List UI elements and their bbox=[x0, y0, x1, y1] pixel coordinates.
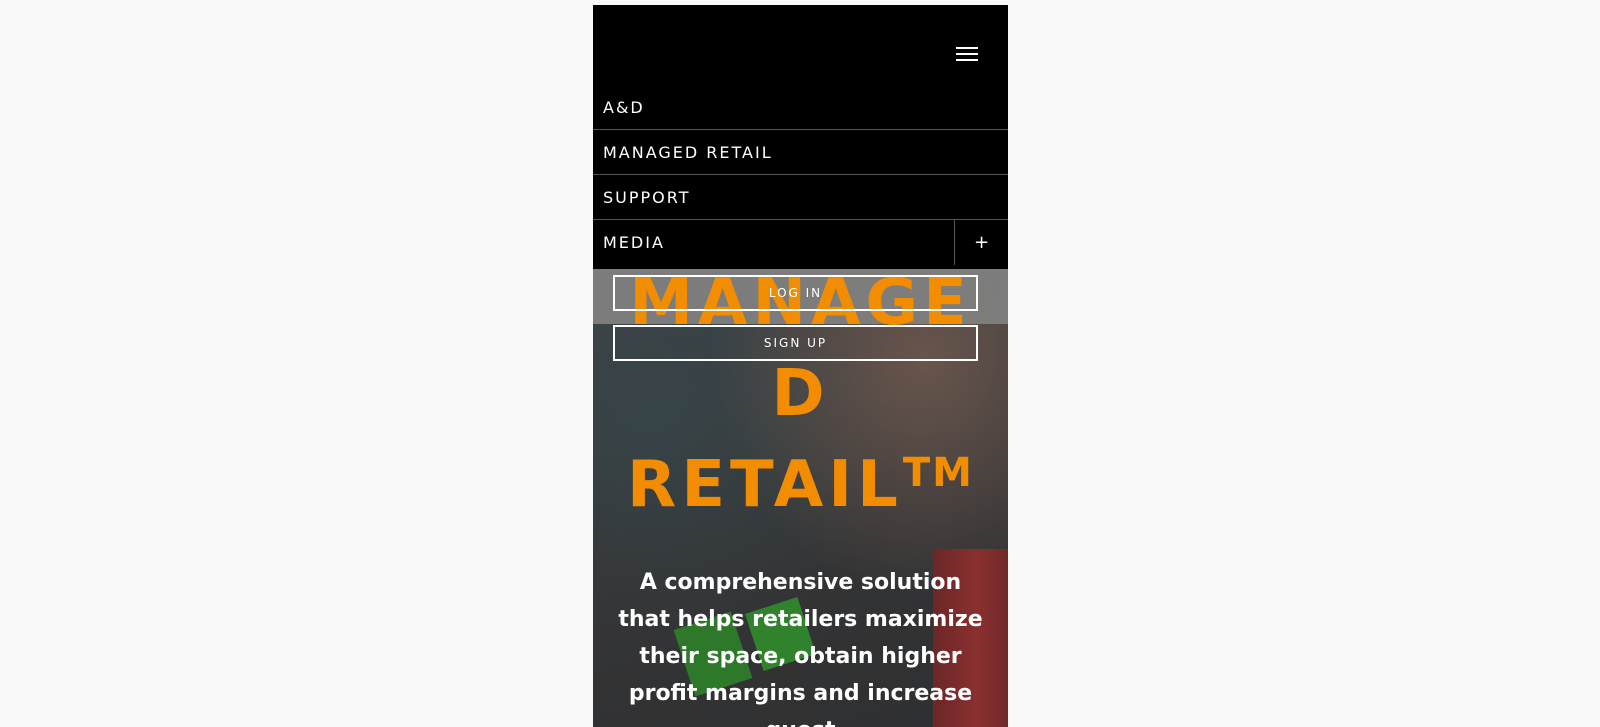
plus-icon[interactable]: + bbox=[954, 220, 1008, 265]
nav-item-label: A&D bbox=[603, 98, 645, 117]
login-button[interactable]: LOG IN bbox=[613, 275, 978, 311]
nav-item-support[interactable]: SUPPORT bbox=[593, 175, 1008, 220]
signup-button[interactable]: SIGN UP bbox=[613, 325, 978, 361]
nav-item-managed-retail[interactable]: MANAGED RETAIL bbox=[593, 130, 1008, 175]
top-bar bbox=[593, 5, 1008, 86]
hero-title-line3: RETAILTM bbox=[593, 453, 1008, 517]
hero-description: A comprehensive solution that helps reta… bbox=[618, 570, 983, 727]
mobile-viewport: A&D MANAGED RETAIL SUPPORT MEDIA + MANAG… bbox=[593, 5, 1008, 727]
hamburger-menu-icon[interactable] bbox=[956, 47, 978, 63]
hero-title-text: RETAIL bbox=[627, 448, 903, 522]
nav-item-label: SUPPORT bbox=[603, 188, 691, 207]
hero-title-line2: D bbox=[771, 357, 830, 431]
trademark-symbol: TM bbox=[902, 450, 974, 496]
hamburger-line bbox=[956, 53, 978, 55]
nav-item-label: MANAGED RETAIL bbox=[603, 143, 773, 162]
nav-item-media[interactable]: MEDIA + bbox=[593, 220, 1008, 265]
nav-item-a-and-d[interactable]: A&D bbox=[593, 85, 1008, 130]
hamburger-line bbox=[956, 47, 978, 49]
hamburger-line bbox=[956, 59, 978, 61]
nav-item-label: MEDIA bbox=[603, 233, 665, 252]
